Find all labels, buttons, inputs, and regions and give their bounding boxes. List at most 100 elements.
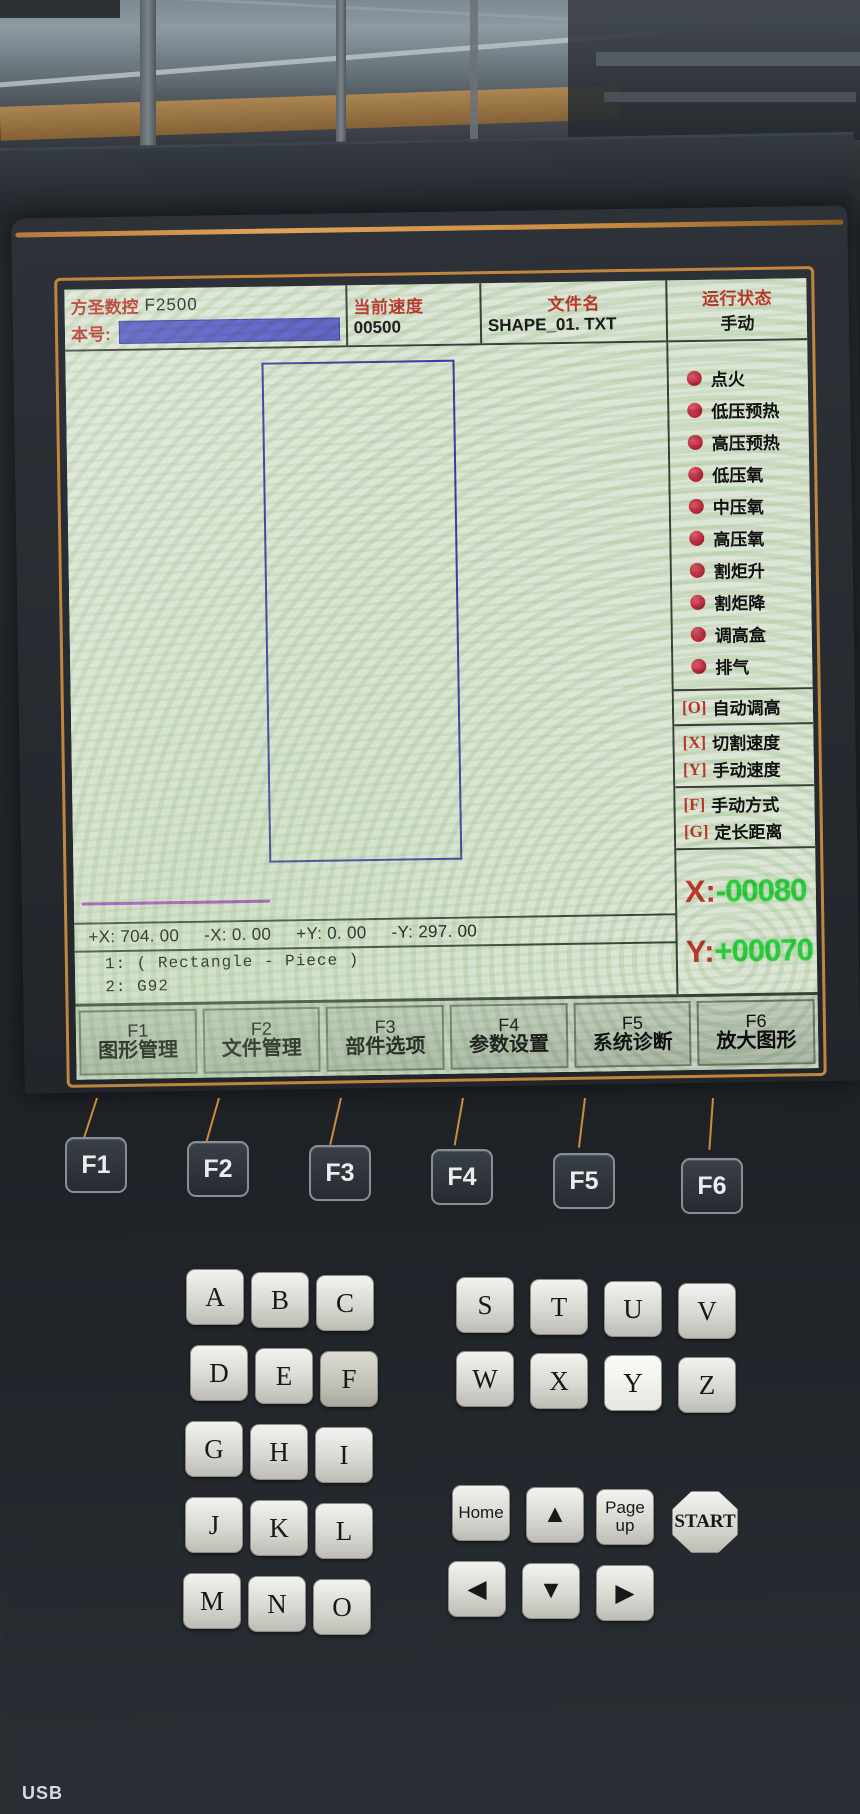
magenta-reference-line <box>81 899 270 906</box>
softkey-f5-system-diagnostics[interactable]: F5 系统诊断 <box>573 1001 692 1068</box>
key-v[interactable]: V <box>678 1283 736 1339</box>
extent-plus-x: +X: 704. 00 <box>88 926 180 947</box>
lamp-item: 高压氧 <box>689 524 810 551</box>
softkey-f4-parameter-settings[interactable]: F4 参数设置 <box>449 1002 569 1070</box>
ui-main-area: 方圣数控 F2500 本号: 当前速度 00500 文件名 SHAPE_01. … <box>64 278 817 1004</box>
fkey-f4[interactable]: F4 <box>431 1149 493 1205</box>
key-h[interactable]: H <box>250 1424 308 1480</box>
filename-cell: 文件名 SHAPE_01. TXT <box>481 280 666 343</box>
shortcut-key-tag: [G] <box>683 821 709 841</box>
workpiece-rectangle-path <box>261 359 463 863</box>
key-u[interactable]: U <box>604 1281 662 1337</box>
key-i[interactable]: I <box>315 1427 373 1483</box>
shortcut-label: 手动速度 <box>712 760 781 781</box>
lamp-indicator-icon <box>687 434 703 451</box>
page-up-line1: Page <box>605 1498 645 1518</box>
key-o[interactable]: O <box>313 1579 371 1635</box>
lamp-label: 低压预热 <box>711 401 780 422</box>
key-arrow-down[interactable]: ▼ <box>522 1563 580 1619</box>
fkey-f6[interactable]: F6 <box>681 1158 743 1214</box>
brand-model: F2500 <box>144 294 198 315</box>
axis-position-readout: X: -00080 Y: +00070 <box>676 848 817 994</box>
softkey-fkey: F6 <box>745 1010 767 1031</box>
lamp-indicator-icon <box>690 594 706 610</box>
graphic-preview-area[interactable] <box>65 342 676 923</box>
shortcut-item[interactable]: [O] 自动调高 <box>682 692 813 721</box>
softkey-label: 系统诊断 <box>592 1031 673 1056</box>
axis-x-row: X: -00080 <box>685 872 817 910</box>
shortcut-key-tag: [X] <box>682 732 707 752</box>
shortcut-item[interactable]: [F] 手动方式 <box>683 789 814 818</box>
shortcut-group-modes: [F] 手动方式 [G] 定长距离 <box>675 786 816 851</box>
key-k[interactable]: K <box>250 1500 308 1556</box>
filename-label: 文件名 <box>547 293 600 314</box>
file-number-label: 本号: <box>70 325 111 345</box>
lamp-indicator-icon <box>686 370 702 387</box>
lamp-label: 高压预热 <box>711 433 780 454</box>
key-y[interactable]: Y <box>604 1355 662 1411</box>
lamp-label: 低压氧 <box>712 465 764 486</box>
key-arrow-right[interactable]: ▶ <box>596 1565 654 1621</box>
key-m[interactable]: M <box>183 1573 241 1629</box>
lamp-item: 低压预热 <box>687 396 808 423</box>
key-x[interactable]: X <box>530 1353 588 1409</box>
key-s[interactable]: S <box>456 1277 514 1333</box>
key-l[interactable]: L <box>315 1503 373 1559</box>
key-g[interactable]: G <box>185 1421 243 1477</box>
key-j[interactable]: J <box>185 1497 243 1553</box>
shortcut-item[interactable]: [X] 切割速度 <box>682 727 813 756</box>
key-n[interactable]: N <box>248 1576 306 1632</box>
file-number-input[interactable] <box>118 317 340 344</box>
shortcut-item[interactable]: [G] 定长距离 <box>684 816 815 845</box>
softkey-label: 文件管理 <box>221 1037 302 1061</box>
fkey-f2[interactable]: F2 <box>187 1141 249 1197</box>
softkey-f1-graphics-management[interactable]: F1 图形管理 <box>78 1008 198 1076</box>
key-t[interactable]: T <box>530 1279 588 1335</box>
lamp-label: 高压氧 <box>713 529 765 550</box>
brand-row: 方圣数控 F2500 <box>70 289 339 318</box>
key-page-up[interactable]: Page up <box>596 1489 654 1545</box>
fkey-f3[interactable]: F3 <box>309 1145 371 1201</box>
key-arrow-up[interactable]: ▲ <box>526 1487 584 1543</box>
lamp-indicator-icon <box>688 466 704 483</box>
extent-minus-x: -X: 0. 00 <box>204 924 272 945</box>
lamp-item: 排气 <box>691 652 812 679</box>
key-arrow-left[interactable]: ◀ <box>448 1561 506 1617</box>
bezel-accent-strip <box>15 219 844 238</box>
lamp-item: 高压预热 <box>687 428 809 455</box>
lamp-item: 低压氧 <box>688 460 809 487</box>
key-f[interactable]: F <box>320 1351 378 1407</box>
shortcut-group-auto-height: [O] 自动调高 <box>673 689 814 727</box>
ceiling-rail <box>470 0 478 152</box>
softkey-f2-file-management[interactable]: F2 文件管理 <box>202 1006 321 1074</box>
shortcut-item[interactable]: [Y] 手动速度 <box>683 754 814 783</box>
lamp-label: 割炬升 <box>713 561 765 582</box>
lamp-indicator-icon <box>690 626 706 642</box>
lamp-item: 点火 <box>686 364 808 391</box>
filename-value: SHAPE_01. TXT <box>487 313 617 335</box>
alphanumeric-keypad: L R POWER O I A B C D E F G H I J K L M … <box>0 1255 860 1814</box>
key-home[interactable]: Home <box>452 1485 510 1541</box>
key-d[interactable]: D <box>190 1345 248 1401</box>
shortcut-group-speeds: [X] 切割速度 [Y] 手动速度 <box>674 724 815 789</box>
key-e[interactable]: E <box>255 1348 313 1404</box>
key-start[interactable]: START <box>672 1491 738 1553</box>
softkey-f6-zoom-graphic[interactable]: F6 放大图形 <box>696 999 816 1066</box>
axis-x-label: X: <box>684 873 717 910</box>
fkey-f1[interactable]: F1 <box>65 1137 127 1193</box>
key-w[interactable]: W <box>456 1351 514 1407</box>
key-b[interactable]: B <box>251 1272 309 1328</box>
shortcut-key-tag: [Y] <box>682 759 707 779</box>
softkey-f3-part-options[interactable]: F3 部件选项 <box>325 1004 445 1072</box>
shortcut-label: 切割速度 <box>711 733 781 754</box>
key-z[interactable]: Z <box>678 1357 736 1413</box>
softkey-label: 参数设置 <box>468 1033 550 1057</box>
softkey-fkey: F5 <box>621 1012 644 1033</box>
run-state-cell: 运行状态 手动 <box>667 278 807 340</box>
axis-y-value: +00070 <box>714 932 814 969</box>
ui-left-column: 方圣数控 F2500 本号: 当前速度 00500 文件名 SHAPE_01. … <box>64 280 679 1004</box>
shortcut-key-tag: [F] <box>683 794 706 814</box>
fkey-f5[interactable]: F5 <box>553 1153 615 1209</box>
key-a[interactable]: A <box>186 1269 244 1325</box>
key-c[interactable]: C <box>316 1275 374 1331</box>
